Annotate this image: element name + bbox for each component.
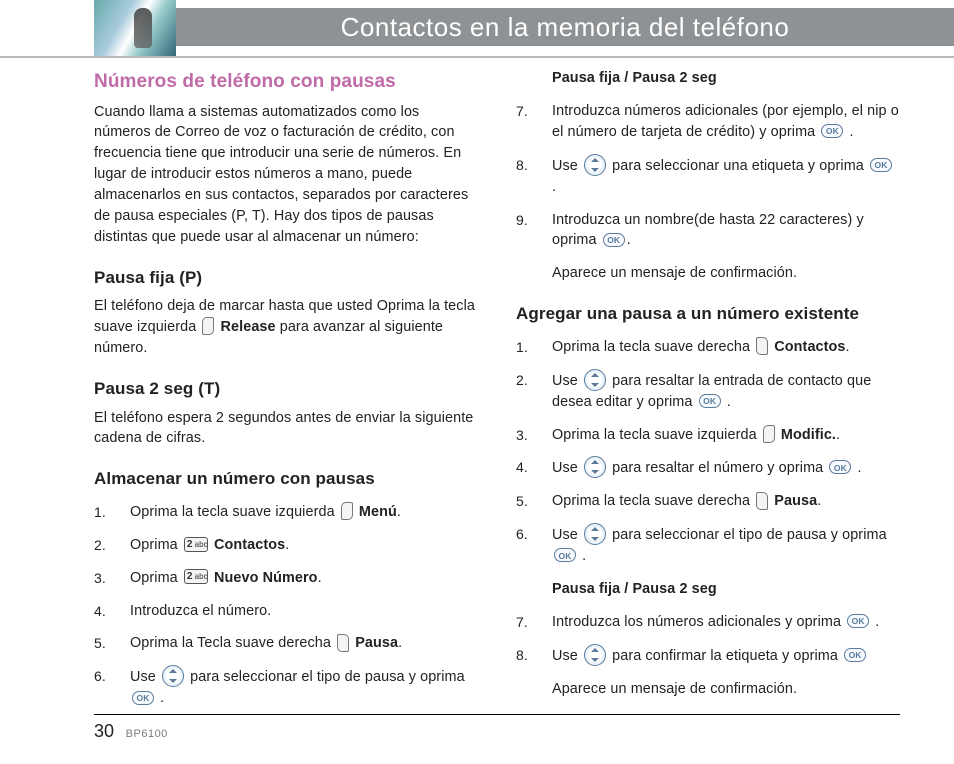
text: Oprima la tecla suave derecha: [552, 339, 754, 355]
list-item: Use para confirmar la etiqueta y oprima: [516, 645, 900, 667]
almacenar-steps-cont: Introduzca números adicionales (por ejem…: [516, 101, 900, 251]
text: Introduzca un nombre(de hasta 22 caracte…: [552, 212, 864, 249]
pause-types-line: Pausa fija / Pausa 2 seg: [552, 579, 900, 600]
nav-updown-icon: [584, 644, 606, 666]
list-item: Oprima la tecla suave derecha Pausa.: [516, 491, 900, 512]
text: Use: [552, 372, 582, 388]
softkey-left-icon: [763, 425, 775, 443]
list-item: Oprima la tecla suave derecha Contactos.: [516, 337, 900, 358]
text: Oprima la tecla suave izquierda: [552, 427, 761, 443]
text-bold: Release: [221, 319, 276, 335]
text: para seleccionar el tipo de pausa y opri…: [612, 527, 887, 543]
confirm-text: Aparece un mensaje de confirmación.: [552, 263, 900, 284]
page-number: 30: [94, 721, 114, 741]
softkey-right-icon: [756, 492, 768, 510]
key-2abc-icon: 2abc: [184, 569, 208, 584]
list-item: Introduzca los números adicionales y opr…: [516, 612, 900, 633]
agregar-steps-cont: Introduzca los números adicionales y opr…: [516, 612, 900, 667]
text: para seleccionar el tipo de pausa y opri…: [190, 669, 465, 685]
nav-updown-icon: [584, 154, 606, 176]
subheading-pausa-p: Pausa fija (P): [94, 266, 478, 291]
text: Use: [552, 460, 582, 476]
softkey-right-icon: [337, 634, 349, 652]
text-bold: Contactos: [774, 339, 845, 355]
nav-updown-icon: [584, 523, 606, 545]
model-label: BP6100: [126, 728, 168, 740]
ok-icon: [603, 233, 625, 247]
right-column: Pausa fija / Pausa 2 seg Introduzca núme…: [516, 68, 900, 721]
nav-updown-icon: [584, 369, 606, 391]
intro-paragraph: Cuando llama a sistemas automatizados co…: [94, 102, 478, 248]
list-item: Oprima la tecla suave izquierda Modific.…: [516, 425, 900, 446]
text-bold: Nuevo Número: [214, 570, 318, 586]
list-item: Use para resaltar la entrada de contacto…: [516, 370, 900, 413]
confirm-text: Aparece un mensaje de confirmación.: [552, 679, 900, 700]
page-title: Contactos en la memoria del teléfono: [341, 12, 790, 43]
softkey-right-icon: [756, 337, 768, 355]
list-item: Use para seleccionar el tipo de pausa y …: [94, 666, 478, 709]
text: Use: [130, 669, 160, 685]
text: Use: [552, 527, 582, 543]
text: Oprima: [130, 537, 182, 553]
text-bold: Pausa: [774, 493, 817, 509]
text: Use: [552, 157, 582, 173]
text: Use: [552, 648, 582, 664]
ok-icon: [870, 158, 892, 172]
footer-divider: [94, 714, 900, 715]
text-bold: Pausa: [355, 635, 398, 651]
ok-icon: [829, 460, 851, 474]
text: Oprima la Tecla suave derecha: [130, 635, 335, 651]
ok-icon: [821, 124, 843, 138]
page-header: Contactos en la memoria del teléfono: [0, 0, 954, 58]
list-item: Use para resaltar el número y oprima .: [516, 457, 900, 479]
left-column: Números de teléfono con pausas Cuando ll…: [94, 68, 478, 721]
ok-icon: [132, 691, 154, 705]
pausa-t-text: El teléfono espera 2 segundos antes de e…: [94, 408, 478, 450]
content-area: Números de teléfono con pausas Cuando ll…: [0, 58, 954, 721]
list-item: Introduzca números adicionales (por ejem…: [516, 101, 900, 143]
list-item: Oprima 2abc Contactos.: [94, 535, 478, 556]
header-image: [94, 0, 176, 56]
list-item: Oprima la Tecla suave derecha Pausa.: [94, 633, 478, 654]
list-item: Introduzca el número.: [94, 601, 478, 622]
ok-icon: [844, 648, 866, 662]
text: Introduzca el número.: [130, 603, 271, 619]
list-item: Oprima 2abc Nuevo Número.: [94, 568, 478, 589]
ok-icon: [554, 548, 576, 562]
list-item: Use para seleccionar una etiqueta y opri…: [516, 155, 900, 198]
softkey-left-icon: [341, 502, 353, 520]
list-item: Introduzca un nombre(de hasta 22 caracte…: [516, 210, 900, 252]
subheading-pausa-t: Pausa 2 seg (T): [94, 377, 478, 402]
text-bold: Menú: [359, 504, 397, 520]
header-title-bar: Contactos en la memoria del teléfono: [176, 8, 954, 46]
key-2abc-icon: 2abc: [184, 537, 208, 552]
list-item: Oprima la tecla suave izquierda Menú.: [94, 502, 478, 523]
section-heading: Números de teléfono con pausas: [94, 68, 478, 96]
agregar-steps: Oprima la tecla suave derecha Contactos.…: [516, 337, 900, 567]
softkey-left-icon: [202, 317, 214, 335]
nav-updown-icon: [584, 456, 606, 478]
text-bold: Contactos: [214, 537, 285, 553]
text: Oprima la tecla suave derecha: [552, 493, 754, 509]
text-bold: Modific.: [781, 427, 836, 443]
list-item: Use para seleccionar el tipo de pausa y …: [516, 524, 900, 567]
ok-icon: [847, 614, 869, 628]
text: Introduzca los números adicionales y opr…: [552, 614, 845, 630]
text: para resaltar el número y oprima: [612, 460, 827, 476]
text: Introduzca números adicionales (por ejem…: [552, 103, 899, 140]
nav-updown-icon: [162, 665, 184, 687]
text: para seleccionar una etiqueta y oprima: [612, 157, 868, 173]
almacenar-steps: Oprima la tecla suave izquierda Menú. Op…: [94, 502, 478, 709]
text: para confirmar la etiqueta y oprima: [612, 648, 842, 664]
text: Oprima: [130, 570, 182, 586]
subheading-almacenar: Almacenar un número con pausas: [94, 467, 478, 492]
pausa-p-text: El teléfono deja de marcar hasta que ust…: [94, 296, 478, 359]
footer-text: 30 BP6100: [94, 721, 900, 742]
pause-types-line: Pausa fija / Pausa 2 seg: [552, 68, 900, 89]
ok-icon: [699, 394, 721, 408]
page-footer: 30 BP6100: [94, 714, 900, 742]
text: Oprima la tecla suave izquierda: [130, 504, 339, 520]
subheading-agregar: Agregar una pausa a un número existente: [516, 302, 900, 327]
